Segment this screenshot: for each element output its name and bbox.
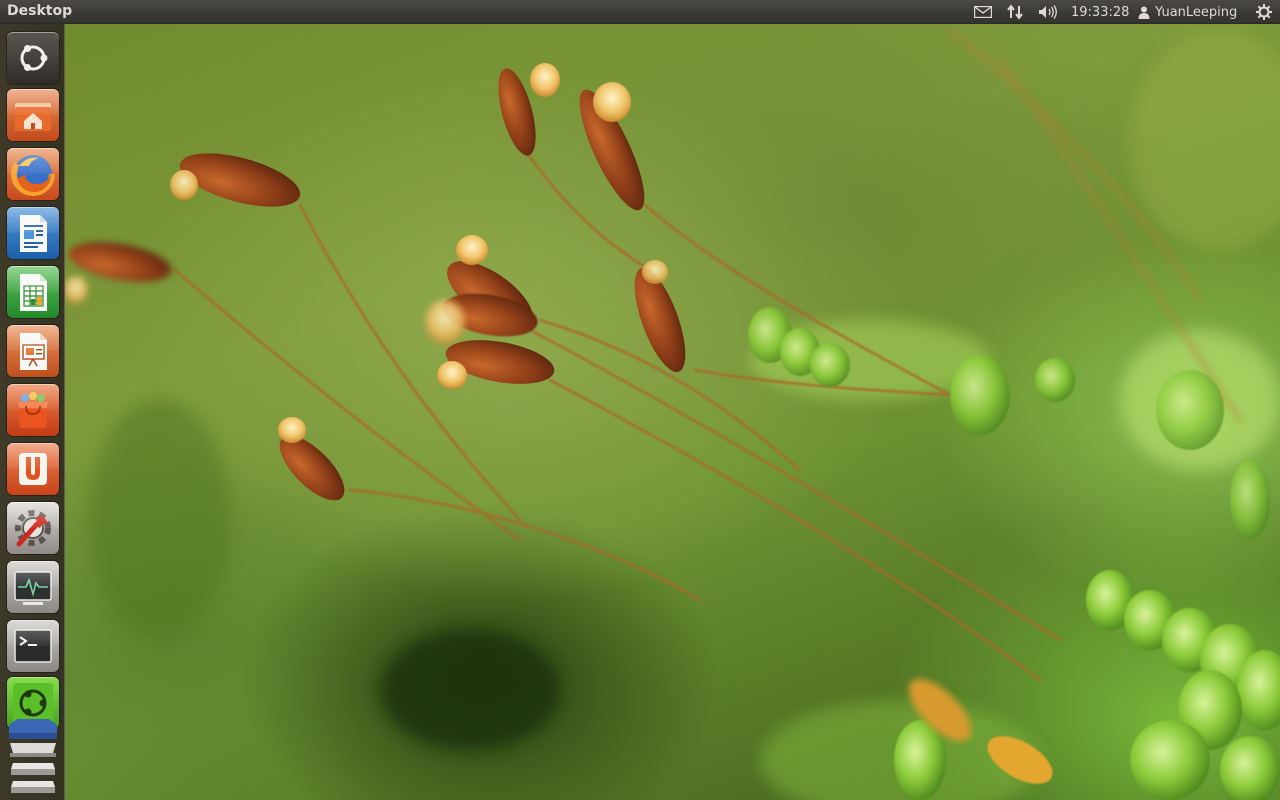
messaging-indicator[interactable] <box>973 0 993 24</box>
home-folder-launcher[interactable] <box>7 89 59 141</box>
launcher <box>0 24 65 800</box>
ubuntu-one-launcher[interactable] <box>7 443 59 495</box>
software-center-launcher[interactable] <box>7 384 59 436</box>
libreoffice-impress-launcher[interactable] <box>7 325 59 377</box>
mail-icon <box>974 6 992 18</box>
session-gear-icon <box>1256 4 1272 20</box>
storage-drive-launcher[interactable] <box>7 719 59 799</box>
window-title: Desktop <box>7 3 73 19</box>
top-panel: Desktop 19:33:28 YuanLeeping <box>0 0 1280 24</box>
system-settings-launcher[interactable] <box>7 502 59 554</box>
session-menu[interactable] <box>1254 0 1274 24</box>
moss-sporophyte-illustration <box>64 27 1280 800</box>
volume-icon <box>1038 5 1058 19</box>
desktop-wallpaper <box>0 0 1280 800</box>
terminal-launcher[interactable] <box>7 620 59 672</box>
user-name: YuanLeeping <box>1155 4 1238 20</box>
clock-time: 19:33:28 <box>1071 4 1130 20</box>
clock-indicator[interactable]: 19:33:28 <box>1071 0 1129 24</box>
system-monitor-launcher[interactable] <box>7 561 59 613</box>
user-indicator[interactable]: YuanLeeping <box>1138 0 1237 24</box>
dash-home-button[interactable] <box>7 32 59 84</box>
user-icon <box>1138 6 1150 19</box>
libreoffice-writer-launcher[interactable] <box>7 207 59 259</box>
sound-indicator[interactable] <box>1037 0 1059 24</box>
network-indicator[interactable] <box>1005 0 1025 24</box>
firefox-launcher[interactable] <box>7 148 59 200</box>
network-icon <box>1007 4 1023 20</box>
libreoffice-calc-launcher[interactable] <box>7 266 59 318</box>
